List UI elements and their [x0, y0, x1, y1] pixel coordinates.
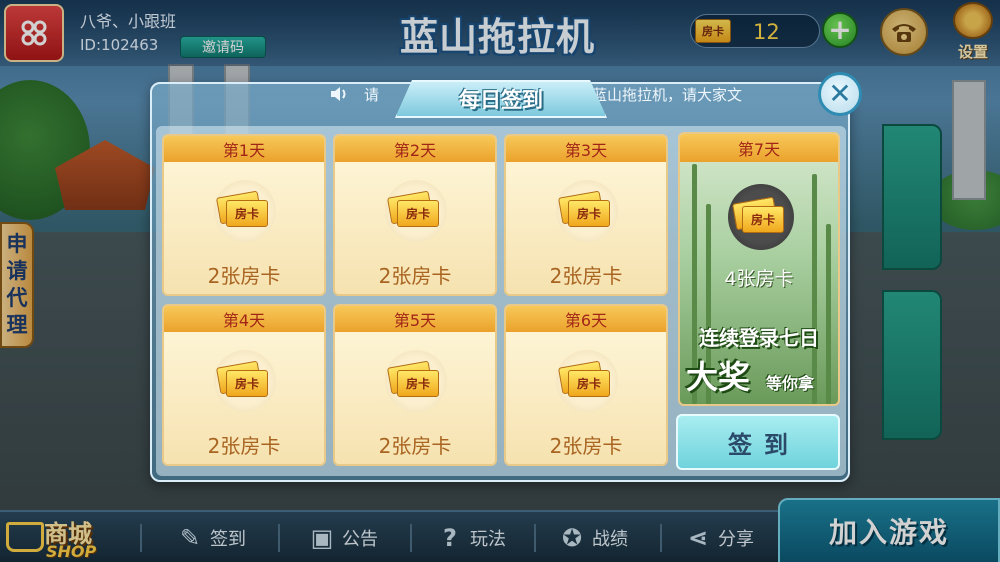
marquee-text-left: 请 [364, 86, 380, 104]
speaker-icon [331, 87, 346, 101]
reward-icon-circle: 房卡 [214, 350, 276, 412]
day-label: 第2天 [335, 136, 495, 162]
room-card-icon: 房卡 [742, 206, 784, 233]
day-card[interactable]: 第4天 房卡 2张房卡 [162, 304, 326, 466]
promo-text: 连续登录七日 [699, 326, 819, 350]
promo-big-text: 大奖 [686, 358, 751, 396]
day-reward: 2张房卡 [549, 434, 623, 458]
reward-icon-circle: 房卡 [728, 184, 794, 250]
room-card-icon: 房卡 [568, 200, 610, 227]
bamboo-decoration [826, 224, 831, 404]
day-card[interactable]: 第3天 房卡 2张房卡 [504, 134, 668, 296]
day7-card[interactable]: 第7天 房卡 4张房卡 连续登录七日 大奖 等你拿 [678, 132, 840, 406]
room-card-icon: 房卡 [397, 200, 439, 227]
room-card-icon: 房卡 [397, 370, 439, 397]
day-reward: 2张房卡 [207, 264, 281, 288]
day-label: 第7天 [680, 134, 838, 162]
day7-reward: 4张房卡 [724, 268, 794, 290]
day-card[interactable]: 第2天 房卡 2张房卡 [333, 134, 497, 296]
day-label: 第3天 [506, 136, 666, 162]
day-reward: 2张房卡 [378, 264, 452, 288]
marquee-text-right: 蓝山拖拉机，请大家文 [592, 86, 743, 104]
dialog-title: 每日签到 [459, 88, 543, 112]
dialog-title-tab: 每日签到 [395, 80, 607, 118]
promo-small-text: 等你拿 [766, 374, 815, 393]
day-card[interactable]: 第6天 房卡 2张房卡 [504, 304, 668, 466]
reward-icon-circle: 房卡 [556, 180, 618, 242]
reward-icon-circle: 房卡 [385, 180, 447, 242]
day-reward: 2张房卡 [207, 434, 281, 458]
room-card-icon: 房卡 [226, 370, 268, 397]
day-reward: 2张房卡 [378, 434, 452, 458]
day-label: 第1天 [164, 136, 324, 162]
room-card-icon: 房卡 [226, 200, 268, 227]
reward-icon-circle: 房卡 [214, 180, 276, 242]
day-reward: 2张房卡 [549, 264, 623, 288]
day-card[interactable]: 第5天 房卡 2张房卡 [333, 304, 497, 466]
day-label: 第5天 [335, 306, 495, 332]
signin-button[interactable]: 签到 [676, 414, 840, 470]
reward-icon-circle: 房卡 [556, 350, 618, 412]
day-label: 第4天 [164, 306, 324, 332]
day-card[interactable]: 第1天 房卡 2张房卡 [162, 134, 326, 296]
close-button[interactable]: ✕ [818, 72, 862, 116]
reward-icon-circle: 房卡 [385, 350, 447, 412]
room-card-icon: 房卡 [568, 370, 610, 397]
day-label: 第6天 [506, 306, 666, 332]
